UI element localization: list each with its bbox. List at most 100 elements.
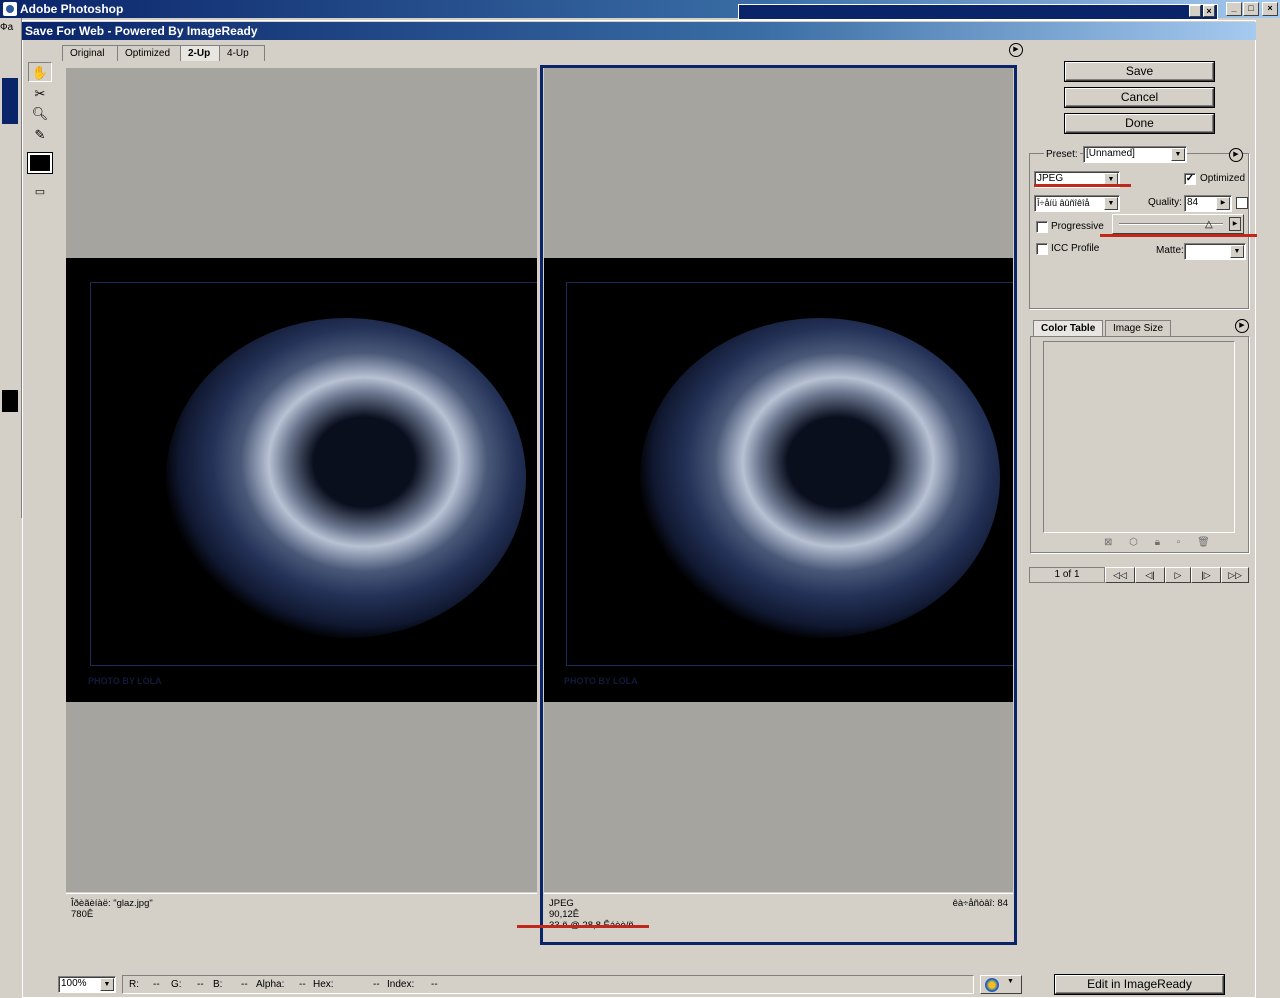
eyedropper-color-swatch[interactable] bbox=[27, 152, 53, 174]
original-preview-pane[interactable]: PHOTO BY LOLA bbox=[66, 68, 537, 892]
matte-label: Matte: bbox=[1156, 245, 1184, 256]
progressive-checkbox[interactable] bbox=[1036, 221, 1048, 233]
edit-in-imageready-button[interactable]: Edit in ImageReady bbox=[1055, 975, 1224, 994]
zoom-icon[interactable]: 🔍︎ bbox=[28, 104, 52, 124]
preset-select[interactable]: [Unnamed] ▼ bbox=[1083, 146, 1187, 163]
close-button[interactable]: × bbox=[1262, 2, 1278, 16]
browser-preview-select[interactable]: ▼ bbox=[980, 975, 1022, 994]
format-value: JPEG bbox=[1037, 173, 1064, 184]
zoom-select[interactable]: 100% ▼ bbox=[58, 976, 116, 993]
optimized-quality-info: êà÷åñòâî: 84 bbox=[952, 898, 1008, 909]
cancel-button[interactable]: Cancel bbox=[1065, 88, 1214, 107]
lock-icon[interactable]: 🔒︎ bbox=[1155, 537, 1160, 548]
quality-slider-toggle-icon[interactable]: ▶ bbox=[1216, 197, 1230, 210]
slice-select-icon[interactable]: ✂ bbox=[28, 84, 52, 104]
quality-label: Quality: bbox=[1148, 197, 1182, 208]
quality-mask-icon[interactable] bbox=[1236, 197, 1248, 209]
minimize-button[interactable]: _ bbox=[1226, 2, 1242, 16]
tab-original[interactable]: Original bbox=[62, 45, 118, 61]
quality-slider-popup[interactable]: △ ▶ bbox=[1112, 214, 1244, 234]
zoom-value: 100% bbox=[61, 978, 87, 989]
watermark-text: PHOTO BY LOLA bbox=[564, 676, 638, 686]
annotation-underline bbox=[1100, 234, 1257, 237]
trash-icon[interactable]: 🗑︎ bbox=[1197, 537, 1210, 548]
optimized-preview-pane[interactable]: PHOTO BY LOLA bbox=[544, 68, 1013, 892]
frame-counter: 1 of 1 bbox=[1029, 567, 1105, 583]
toolbox-header bbox=[2, 78, 18, 124]
first-frame-button[interactable]: ◁◁ bbox=[1105, 567, 1135, 583]
progressive-label: Progressive bbox=[1051, 221, 1104, 232]
optimized-filesize: 90,12Ê bbox=[549, 909, 580, 920]
original-image: PHOTO BY LOLA bbox=[66, 258, 537, 702]
hex-label: Hex: bbox=[313, 979, 334, 990]
annotation-underline bbox=[517, 925, 649, 928]
b-value: -- bbox=[241, 979, 248, 990]
save-button[interactable]: Save bbox=[1065, 62, 1214, 81]
matte-select[interactable]: ▼ bbox=[1184, 243, 1246, 260]
prev-frame-button[interactable]: ◁| bbox=[1135, 567, 1165, 583]
quality-input[interactable]: 84 ▶ bbox=[1184, 195, 1232, 212]
eyedropper-icon[interactable]: ✎ bbox=[28, 125, 52, 145]
color-table-swatches[interactable] bbox=[1043, 341, 1235, 533]
slider-arrow-icon[interactable]: ▶ bbox=[1229, 217, 1241, 231]
menu-fragment[interactable]: Фа bbox=[0, 22, 13, 33]
doc-close-button[interactable]: × bbox=[1203, 5, 1215, 17]
web-snap-icon[interactable]: ⊠ bbox=[1104, 537, 1112, 548]
compression-select[interactable]: Î÷åíü âûñîêîå ▼ bbox=[1034, 195, 1120, 212]
tab-optimized[interactable]: Optimized bbox=[117, 45, 181, 61]
index-label: Index: bbox=[387, 979, 415, 990]
photoshop-toolbox: Фа bbox=[0, 18, 22, 518]
b-label: B: bbox=[213, 979, 223, 990]
optimized-checkbox[interactable]: ✓ bbox=[1184, 173, 1196, 185]
optimized-image: PHOTO BY LOLA bbox=[544, 258, 1013, 702]
dialog-title: Save For Web - Powered By ImageReady bbox=[25, 24, 258, 38]
tab-color-table[interactable]: Color Table bbox=[1033, 320, 1104, 336]
play-button[interactable]: ▷ bbox=[1165, 567, 1191, 583]
icc-profile-checkbox[interactable] bbox=[1036, 243, 1048, 255]
cube-icon[interactable]: ⬡ bbox=[1129, 537, 1138, 548]
alpha-value: -- bbox=[299, 979, 306, 990]
compression-value: Î÷åíü âûñîêîå bbox=[1037, 198, 1090, 208]
original-info-panel: Îðèãèíàë: "glaz.jpg" 780Ê bbox=[66, 893, 537, 941]
original-filesize: 780Ê bbox=[71, 909, 94, 920]
chevron-down-icon[interactable]: ▼ bbox=[1230, 245, 1244, 258]
settings-menu-icon[interactable]: ▶ bbox=[1229, 148, 1243, 162]
hex-value: -- bbox=[373, 979, 380, 990]
r-value: -- bbox=[153, 979, 160, 990]
chevron-down-icon[interactable]: ▼ bbox=[100, 978, 114, 991]
app-title: Adobe Photoshop bbox=[20, 2, 124, 16]
g-label: G: bbox=[171, 979, 182, 990]
chevron-down-icon[interactable]: ▼ bbox=[1171, 148, 1185, 161]
tab-2up[interactable]: 2-Up bbox=[180, 45, 220, 61]
maximize-button[interactable]: □ bbox=[1243, 2, 1259, 16]
eye-graphic bbox=[166, 318, 526, 638]
color-table-icons: ⊠ ⬡ 🔒︎ ▫ 🗑︎ bbox=[1104, 537, 1210, 548]
tab-image-size[interactable]: Image Size bbox=[1105, 320, 1172, 336]
eye-graphic bbox=[640, 318, 1000, 638]
hand-tool-icon[interactable]: ✋ bbox=[28, 62, 52, 82]
foreground-color-swatch[interactable] bbox=[2, 390, 18, 412]
original-filename: Îðèãèíàë: "glaz.jpg" bbox=[71, 898, 153, 909]
preset-label: Preset: bbox=[1044, 149, 1080, 160]
color-table-menu-icon[interactable]: ▶ bbox=[1235, 319, 1249, 333]
slider-thumb[interactable]: △ bbox=[1205, 219, 1213, 230]
tab-4up[interactable]: 4-Up bbox=[219, 45, 265, 61]
chevron-down-icon[interactable]: ▼ bbox=[1007, 978, 1014, 985]
next-frame-button[interactable]: |▷ bbox=[1191, 567, 1221, 583]
index-value: -- bbox=[431, 979, 438, 990]
annotation-underline bbox=[1034, 184, 1131, 187]
alpha-label: Alpha: bbox=[256, 979, 285, 990]
view-menu-icon[interactable]: ▶ bbox=[1009, 43, 1023, 57]
chevron-down-icon[interactable]: ▼ bbox=[1104, 197, 1118, 210]
last-frame-button[interactable]: ▷▷ bbox=[1221, 567, 1249, 583]
g-value: -- bbox=[197, 979, 204, 990]
dialog-titlebar: Save For Web - Powered By ImageReady bbox=[22, 22, 1256, 40]
new-color-icon[interactable]: ▫ bbox=[1177, 537, 1181, 548]
toggle-slices-icon[interactable]: ▭ bbox=[28, 182, 52, 202]
dialog-tools: ✋ ✂ 🔍︎ ✎ ▭ bbox=[26, 60, 56, 210]
quality-value: 84 bbox=[1187, 197, 1199, 208]
browser-icon bbox=[985, 978, 999, 992]
done-button[interactable]: Done bbox=[1065, 114, 1214, 133]
preset-value: [Unnamed] bbox=[1086, 148, 1135, 159]
doc-minimize-button[interactable] bbox=[1189, 5, 1201, 17]
